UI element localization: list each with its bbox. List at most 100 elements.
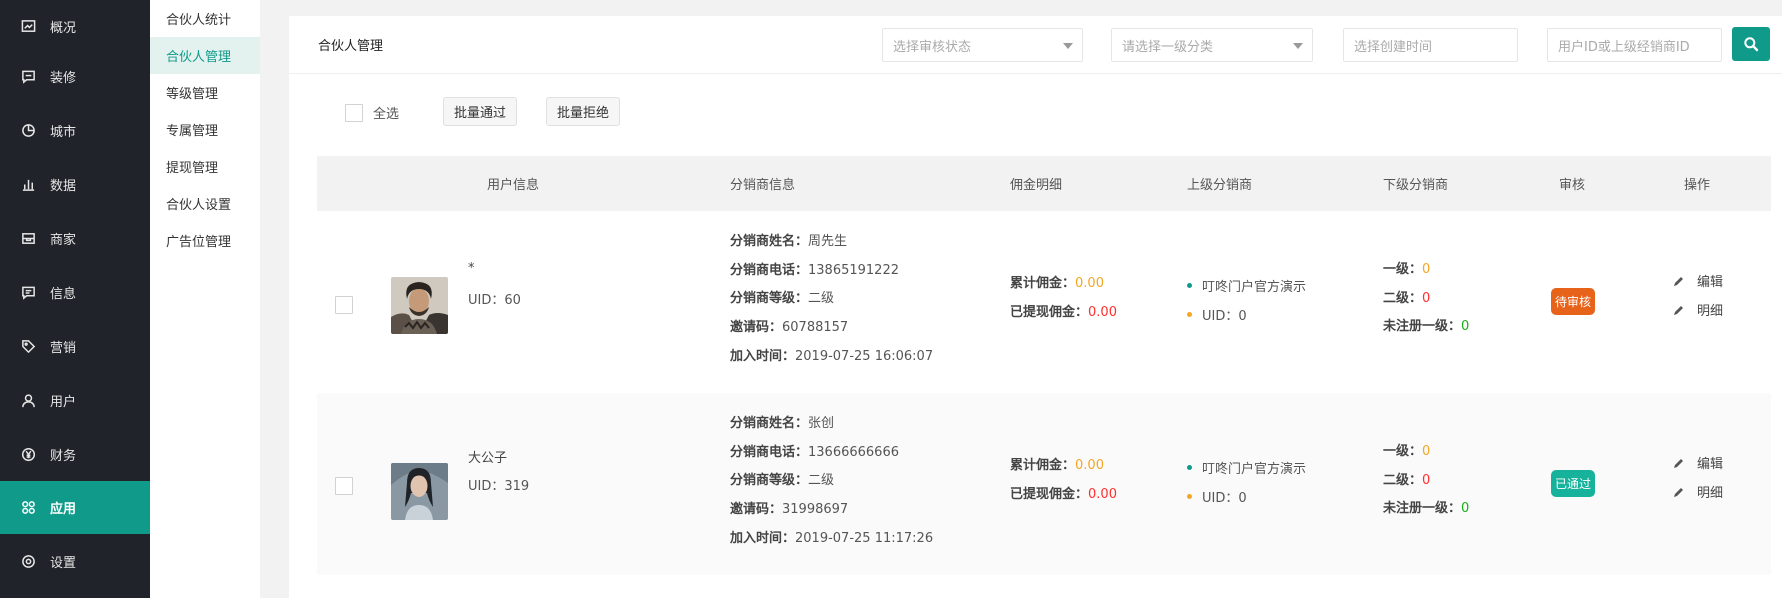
detail-button[interactable]: 明细 <box>1673 300 1723 319</box>
submenu-item-label: 广告位管理 <box>166 235 232 250</box>
submenu-item-ad-manage[interactable]: 广告位管理 <box>150 222 260 259</box>
parent-uid-value: UID：0 <box>1202 491 1247 506</box>
sidebar-item-label: 营销 <box>50 341 77 356</box>
batch-approve-button[interactable]: 批量通过 <box>443 97 518 126</box>
sidebar-item-settings[interactable]: 设置 <box>0 535 150 588</box>
total-commission-value: 0.00 <box>1075 458 1104 473</box>
distributor-name: 分销商姓名：张创 <box>730 412 834 431</box>
gear-icon <box>20 554 36 570</box>
distributor-name-label: 分销商姓名： <box>730 416 809 431</box>
edit-button[interactable]: 编辑 <box>1673 271 1723 290</box>
lower-level2: 二级：0 <box>1383 469 1430 488</box>
detail-label: 明细 <box>1697 304 1724 319</box>
main-panel: 合伙人管理 选择审核状态 请选择一级分类 选择创建时间 用户ID或上级经销商ID… <box>289 16 1782 598</box>
distributor-level-value: 二级 <box>808 291 835 306</box>
overview-icon <box>20 19 36 35</box>
lower-level2-value: 0 <box>1422 291 1431 306</box>
bullet-icon <box>1187 283 1192 288</box>
parent-name-value: 叮咚门户官方演示 <box>1202 280 1307 295</box>
detail-button[interactable]: 明细 <box>1673 482 1723 501</box>
sidebar-item-marketing[interactable]: 营销 <box>0 320 150 373</box>
submenu-item-withdraw-manage[interactable]: 提现管理 <box>150 148 260 185</box>
avatar <box>391 463 448 520</box>
edit-label: 编辑 <box>1697 275 1724 290</box>
unregistered-level1-value: 0 <box>1461 319 1470 334</box>
parent-distributor-uid: UID：0 <box>1187 305 1247 324</box>
created-time-placeholder: 选择创建时间 <box>1354 39 1433 55</box>
column-header-operation: 操作 <box>1684 178 1711 193</box>
submenu-item-label: 合伙人统计 <box>166 13 232 28</box>
distributor-level-label: 分销商等级： <box>730 473 809 488</box>
lower-level1-label: 一级： <box>1383 262 1423 277</box>
submenu-item-exclusive-manage[interactable]: 专属管理 <box>150 111 260 148</box>
sidebar-item-message[interactable]: 信息 <box>0 266 150 319</box>
sidebar-item-merchant[interactable]: 商家 <box>0 212 150 265</box>
sidebar-item-label: 用户 <box>50 395 77 410</box>
page-title: 合伙人管理 <box>318 39 384 54</box>
header-divider <box>289 73 1782 74</box>
distributor-level: 分销商等级：二级 <box>730 469 834 488</box>
submenu: 合伙人统计 合伙人管理 等级管理 专属管理 提现管理 合伙人设置 广告位管理 <box>150 0 260 598</box>
merchant-icon <box>20 231 36 247</box>
sidebar-item-label: 设置 <box>50 556 77 571</box>
user-id-placeholder: 用户ID或上级经销商ID <box>1558 39 1690 55</box>
chevron-down-icon <box>1293 43 1303 49</box>
select-all-checkbox[interactable] <box>345 103 363 122</box>
sidebar-item-label: 信息 <box>50 287 77 302</box>
user-uid: UID：60 <box>468 293 521 308</box>
sidebar-item-label: 商家 <box>50 233 77 248</box>
submenu-item-label: 等级管理 <box>166 87 219 102</box>
distributor-level-label: 分销商等级： <box>730 291 809 306</box>
batch-reject-button[interactable]: 批量拒绝 <box>546 97 621 126</box>
pencil-icon <box>1674 305 1683 315</box>
sidebar-item-decorate[interactable]: 装修 <box>0 50 150 103</box>
search-button[interactable] <box>1732 27 1770 61</box>
column-header-parent-distributor: 上级分销商 <box>1187 178 1253 193</box>
user-name: 大公子 <box>468 451 508 466</box>
submenu-item-label: 专属管理 <box>166 124 219 139</box>
submenu-item-label: 合伙人设置 <box>166 198 232 213</box>
sidebar-item-apps[interactable]: 应用 <box>0 481 150 534</box>
created-time-input[interactable]: 选择创建时间 <box>1343 28 1518 62</box>
submenu-item-label: 合伙人管理 <box>166 50 232 65</box>
edit-button[interactable]: 编辑 <box>1673 453 1723 472</box>
user-uid: UID：319 <box>468 479 530 494</box>
invite-code-value: 60788157 <box>782 320 849 335</box>
submenu-item-level-manage[interactable]: 等级管理 <box>150 74 260 111</box>
column-header-distributor-info: 分销商信息 <box>730 178 796 193</box>
lower-level1-value: 0 <box>1422 444 1431 459</box>
sidebar-item-data[interactable]: 数据 <box>0 158 150 211</box>
submenu-item-partner-stats[interactable]: 合伙人统计 <box>150 0 260 37</box>
row-checkbox[interactable] <box>335 477 353 495</box>
lower-level2: 二级：0 <box>1383 287 1430 306</box>
join-time-value: 2019-07-25 11:17:26 <box>795 531 934 546</box>
total-commission-label: 累计佣金： <box>1010 458 1076 473</box>
parent-uid-value: UID：0 <box>1202 309 1247 324</box>
sidebar-item-label: 概况 <box>50 21 77 36</box>
submenu-item-partner-manage[interactable]: 合伙人管理 <box>150 37 260 74</box>
sidebar-item-city[interactable]: 城市 <box>0 104 150 157</box>
decorate-icon <box>20 69 36 85</box>
category-select[interactable]: 请选择一级分类 <box>1111 28 1313 62</box>
total-commission: 累计佣金：0.00 <box>1010 272 1104 291</box>
sidebar-item-finance[interactable]: 财务 <box>0 428 150 481</box>
withdrawn-commission: 已提现佣金：0.00 <box>1010 483 1117 502</box>
sidebar-item-label: 应用 <box>50 502 77 517</box>
sidebar-item-overview[interactable]: 概况 <box>0 0 150 53</box>
parent-name-value: 叮咚门户官方演示 <box>1202 462 1307 477</box>
audit-status-placeholder: 选择审核状态 <box>893 39 972 55</box>
unregistered-level1: 未注册一级：0 <box>1383 497 1469 516</box>
bullet-icon <box>1187 465 1192 470</box>
user-icon <box>20 393 36 409</box>
select-all-label: 全选 <box>373 107 400 122</box>
submenu-item-partner-settings[interactable]: 合伙人设置 <box>150 185 260 222</box>
user-id-search-input[interactable]: 用户ID或上级经销商ID <box>1547 28 1722 62</box>
parent-distributor-name: 叮咚门户官方演示 <box>1187 276 1306 295</box>
lower-level1-label: 一级： <box>1383 444 1423 459</box>
audit-status-select[interactable]: 选择审核状态 <box>882 28 1083 62</box>
table-row: * UID：60 分销商姓名：周先生 分销商电话：13865191222 分销商… <box>317 211 1771 393</box>
lower-level2-label: 二级： <box>1383 291 1423 306</box>
row-checkbox[interactable] <box>335 296 353 314</box>
select-all[interactable]: 全选 <box>345 103 399 122</box>
sidebar-item-user[interactable]: 用户 <box>0 374 150 427</box>
